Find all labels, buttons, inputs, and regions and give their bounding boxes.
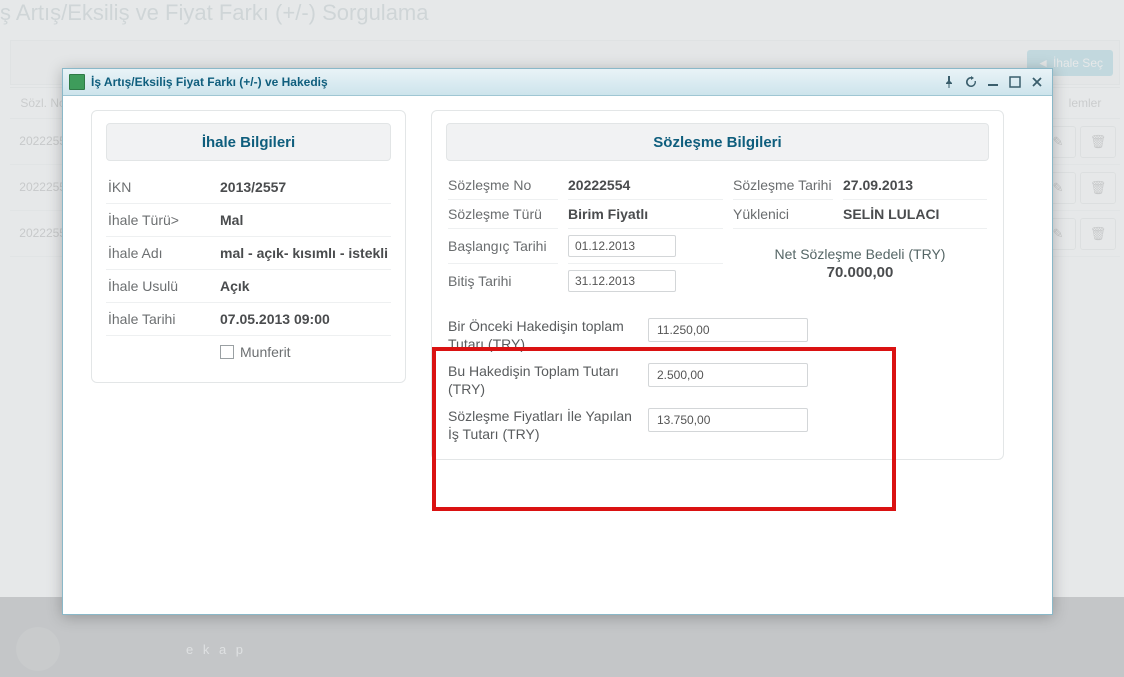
hakedis-section: Bir Önceki Hakedişin toplam Tutarı (TRY)… bbox=[432, 312, 1003, 459]
value-net-sozlesme-bedeli: 70.000,00 bbox=[827, 264, 894, 281]
baslangic-tarihi-input[interactable] bbox=[568, 235, 676, 257]
modal-title: İş Artış/Eksiliş Fiyat Farkı (+/-) ve Ha… bbox=[91, 75, 936, 89]
label-ihale-usulu: İhale Usulü bbox=[108, 278, 220, 294]
value-sozlesme-turu: Birim Fiyatlı bbox=[568, 199, 723, 228]
sozlesme-bilgileri-header: Sözleşme Bilgileri bbox=[446, 123, 989, 161]
ihale-bilgileri-header: İhale Bilgileri bbox=[106, 123, 391, 161]
value-ihale-tarihi: 07.05.2013 09:00 bbox=[220, 311, 389, 327]
label-onceki-hakedis: Bir Önceki Hakedişin toplam Tutarı (TRY) bbox=[448, 318, 638, 353]
ihale-bilgileri-panel: İhale Bilgileri İKN2013/2557 İhale Türü>… bbox=[91, 110, 406, 383]
label-yuklenici: Yüklenici bbox=[733, 199, 833, 228]
maximize-icon[interactable] bbox=[1006, 74, 1024, 90]
refresh-icon[interactable] bbox=[962, 74, 980, 90]
value-ihale-adi: mal - açık- kısımlı - istekli bbox=[220, 245, 389, 261]
label-bu-hakedis: Bu Hakedişin Toplam Tutarı (TRY) bbox=[448, 363, 638, 398]
munferit-checkbox[interactable] bbox=[220, 345, 234, 359]
bitis-tarihi-input[interactable] bbox=[568, 270, 676, 292]
close-icon[interactable] bbox=[1028, 74, 1046, 90]
label-baslangic-tarihi: Başlangıç Tarihi bbox=[448, 228, 558, 263]
label-ihale-turu: İhale Türü> bbox=[108, 212, 220, 228]
label-sozlesme-fiyat-is: Sözleşme Fiyatları İle Yapılan İş Tutarı… bbox=[448, 408, 638, 443]
label-sozlesme-no: Sözleşme No bbox=[448, 171, 558, 199]
sozlesme-fiyat-is-input[interactable] bbox=[648, 408, 808, 432]
value-yuklenici: SELİN LULACI bbox=[843, 199, 987, 228]
value-ihale-turu: Mal bbox=[220, 212, 389, 228]
value-ihale-usulu: Açık bbox=[220, 278, 389, 294]
label-ihale-tarihi: İhale Tarihi bbox=[108, 311, 220, 327]
sozlesme-bilgileri-panel: Sözleşme Bilgileri Sözleşme No 20222554 … bbox=[431, 110, 1004, 460]
label-sozlesme-tarihi: Sözleşme Tarihi bbox=[733, 171, 833, 199]
minimize-icon[interactable] bbox=[984, 74, 1002, 90]
label-sozlesme-turu: Sözleşme Türü bbox=[448, 199, 558, 228]
modal-window: İş Artış/Eksiliş Fiyat Farkı (+/-) ve Ha… bbox=[62, 68, 1053, 615]
label-net-sozlesme-bedeli: Net Sözleşme Bedeli (TRY) bbox=[775, 246, 946, 262]
value-sozlesme-no: 20222554 bbox=[568, 171, 723, 199]
window-app-icon bbox=[69, 74, 85, 90]
pin-icon[interactable] bbox=[940, 74, 958, 90]
modal-titlebar[interactable]: İş Artış/Eksiliş Fiyat Farkı (+/-) ve Ha… bbox=[63, 69, 1052, 96]
value-sozlesme-tarihi: 27.09.2013 bbox=[843, 171, 987, 199]
label-ihale-adi: İhale Adı bbox=[108, 245, 220, 261]
label-bitis-tarihi: Bitiş Tarihi bbox=[448, 263, 558, 298]
label-ikn: İKN bbox=[108, 179, 220, 195]
bu-hakedis-input[interactable] bbox=[648, 363, 808, 387]
value-ikn: 2013/2557 bbox=[220, 179, 389, 195]
label-munferit: Munferit bbox=[240, 344, 291, 360]
onceki-hakedis-input[interactable] bbox=[648, 318, 808, 342]
